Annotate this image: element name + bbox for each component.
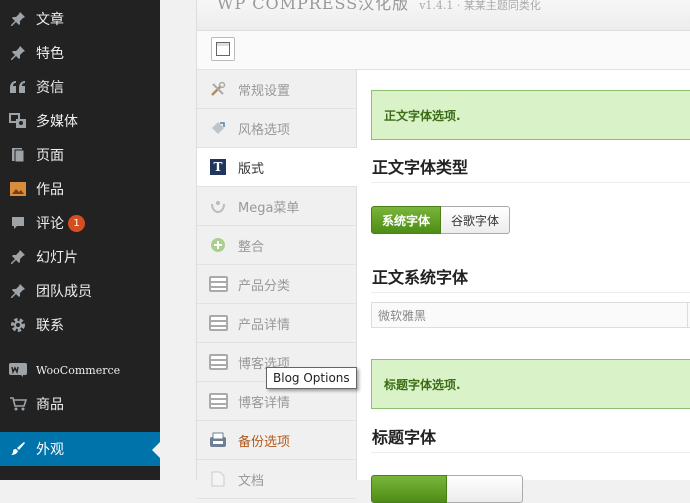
menu-item-portfolio[interactable]: 作品 bbox=[0, 172, 160, 206]
tab-label: 常规设置 bbox=[238, 83, 291, 99]
portfolio-icon bbox=[8, 182, 28, 196]
tab-backup[interactable]: 备份选项 bbox=[197, 421, 356, 460]
brush-icon bbox=[8, 441, 28, 457]
comment-count-badge: 1 bbox=[68, 214, 85, 232]
menu-item-media[interactable]: 多媒体 bbox=[0, 104, 160, 138]
toggle-panel-button[interactable] bbox=[211, 37, 235, 61]
divider bbox=[371, 292, 690, 293]
tab-typography[interactable]: T 版式 bbox=[197, 148, 357, 187]
select-divider bbox=[687, 303, 688, 327]
system-font-button[interactable]: 系统字体 bbox=[371, 206, 442, 234]
menu-item-label: 团队成员 bbox=[36, 284, 92, 300]
tab-integration[interactable]: 整合 bbox=[197, 226, 356, 265]
list-icon bbox=[208, 274, 228, 294]
tab-label: 版式 bbox=[238, 161, 265, 177]
tab-label: 博客详情 bbox=[238, 395, 291, 411]
tab-label: 风格选项 bbox=[238, 122, 291, 138]
tab-product-details[interactable]: 产品详情 bbox=[197, 304, 356, 343]
heading-system-font-button[interactable] bbox=[371, 475, 447, 503]
heading-font-heading: 标题字体 bbox=[372, 428, 437, 447]
media-icon bbox=[8, 113, 28, 129]
gear-icon bbox=[8, 317, 28, 333]
quote-icon bbox=[8, 80, 28, 94]
menu-item-label: 作品 bbox=[36, 182, 64, 198]
tab-general[interactable]: 常规设置 bbox=[197, 70, 356, 109]
tab-product-categories[interactable]: 产品分类 bbox=[197, 265, 356, 304]
divider bbox=[371, 452, 690, 453]
tab-label: 产品详情 bbox=[238, 317, 291, 333]
google-font-button[interactable]: 谷歌字体 bbox=[441, 206, 511, 234]
tab-label: 产品分类 bbox=[238, 278, 291, 294]
tab-label: 整合 bbox=[238, 239, 265, 255]
body-system-font-select[interactable]: 微软雅黑 bbox=[371, 302, 690, 328]
pages-icon bbox=[8, 147, 28, 163]
menu-item-label: 幻灯片 bbox=[36, 250, 78, 266]
menu-item-label: 多媒体 bbox=[36, 114, 78, 130]
comment-icon bbox=[8, 215, 28, 231]
list-icon bbox=[208, 313, 228, 333]
menu-item-team[interactable]: 团队成员 bbox=[0, 274, 160, 308]
tools-icon bbox=[208, 79, 228, 99]
menu-item-label: 商品 bbox=[36, 397, 64, 413]
menu-item-woocommerce[interactable]: WooCommerce bbox=[0, 353, 160, 387]
pin-icon bbox=[8, 283, 28, 299]
tooltip: Blog Options bbox=[266, 367, 357, 389]
tab-mega-menu[interactable]: Mega菜单 bbox=[197, 187, 356, 226]
menu-item-label: 评论 bbox=[36, 216, 64, 232]
menu-item-products[interactable]: 商品 bbox=[0, 387, 160, 421]
select-value: 微软雅黑 bbox=[378, 308, 427, 323]
menu-item-features[interactable]: 特色 bbox=[0, 36, 160, 70]
options-title: WP COMPRESS汉化版 v1.4.1 · 某某主题同类化 bbox=[217, 0, 541, 14]
font-type-toggle: 系统字体 谷歌字体 bbox=[371, 206, 511, 234]
theme-options-panel: WP COMPRESS汉化版 v1.4.1 · 某某主题同类化 常规设置 风格选项… bbox=[196, 0, 690, 503]
heading-font-notice: 标题字体选项. bbox=[371, 359, 690, 409]
heading-font-type-toggle bbox=[371, 475, 523, 503]
menu-item-label: 文章 bbox=[36, 12, 64, 28]
menu-item-testimonials[interactable]: 资信 bbox=[0, 70, 160, 104]
list-icon bbox=[208, 352, 228, 372]
document-icon bbox=[208, 469, 228, 489]
menu-item-contact[interactable]: 联系 bbox=[0, 308, 160, 342]
menu-item-label: 资信 bbox=[36, 80, 64, 96]
options-tabs: 常规设置 风格选项 T 版式 Mega菜单 整合 产品分类 产品详情 博客选项 bbox=[197, 70, 357, 499]
mega-menu-icon bbox=[208, 196, 228, 216]
tab-label: 备份选项 bbox=[238, 434, 291, 450]
typography-icon: T bbox=[210, 159, 226, 175]
menu-item-label: 特色 bbox=[36, 46, 64, 62]
divider bbox=[371, 182, 690, 183]
active-menu-caret bbox=[152, 442, 160, 458]
menu-item-pages[interactable]: 页面 bbox=[0, 138, 160, 172]
options-toolbar bbox=[197, 31, 690, 70]
pin-icon bbox=[8, 249, 28, 265]
menu-item-label: 外观 bbox=[36, 442, 64, 458]
body-font-type-heading: 正文字体类型 bbox=[372, 158, 469, 177]
menu-item-label: 联系 bbox=[36, 318, 64, 334]
body-font-notice: 正文字体选项. bbox=[371, 90, 690, 140]
options-content: 正文字体选项. 正文字体类型 系统字体 谷歌字体 正文系统字体 微软雅黑 标题字… bbox=[357, 70, 690, 503]
theme-title: WP COMPRESS汉化版 bbox=[217, 0, 410, 13]
menu-item-comments[interactable]: 评论 1 bbox=[0, 206, 160, 240]
heading-google-font-button[interactable] bbox=[447, 475, 523, 503]
admin-sidebar: 文章 特色 资信 多媒体 页面 作品 评论 1 幻灯片 团队成员 联系 WooC… bbox=[0, 0, 160, 480]
cart-icon bbox=[8, 396, 28, 412]
menu-item-label: 页面 bbox=[36, 148, 64, 164]
menu-item-slides[interactable]: 幻灯片 bbox=[0, 240, 160, 274]
tab-style[interactable]: 风格选项 bbox=[197, 109, 356, 148]
tab-label: Mega菜单 bbox=[238, 200, 300, 216]
woo-icon bbox=[8, 363, 28, 377]
paint-bucket-icon bbox=[208, 118, 228, 138]
theme-version: v1.4.1 · 某某主题同类化 bbox=[419, 0, 541, 12]
window-icon bbox=[216, 42, 230, 56]
tab-label: 文档 bbox=[238, 473, 265, 489]
plus-circle-icon bbox=[208, 235, 228, 255]
pin-icon bbox=[8, 11, 28, 27]
list-icon bbox=[208, 391, 228, 411]
menu-item-posts[interactable]: 文章 bbox=[0, 2, 160, 36]
options-header: WP COMPRESS汉化版 v1.4.1 · 某某主题同类化 bbox=[197, 0, 690, 31]
backup-icon bbox=[208, 430, 228, 450]
menu-item-appearance[interactable]: 外观 bbox=[0, 432, 160, 466]
pin-icon bbox=[8, 45, 28, 61]
body-system-font-heading: 正文系统字体 bbox=[372, 268, 469, 287]
menu-item-label: WooCommerce bbox=[36, 363, 121, 377]
